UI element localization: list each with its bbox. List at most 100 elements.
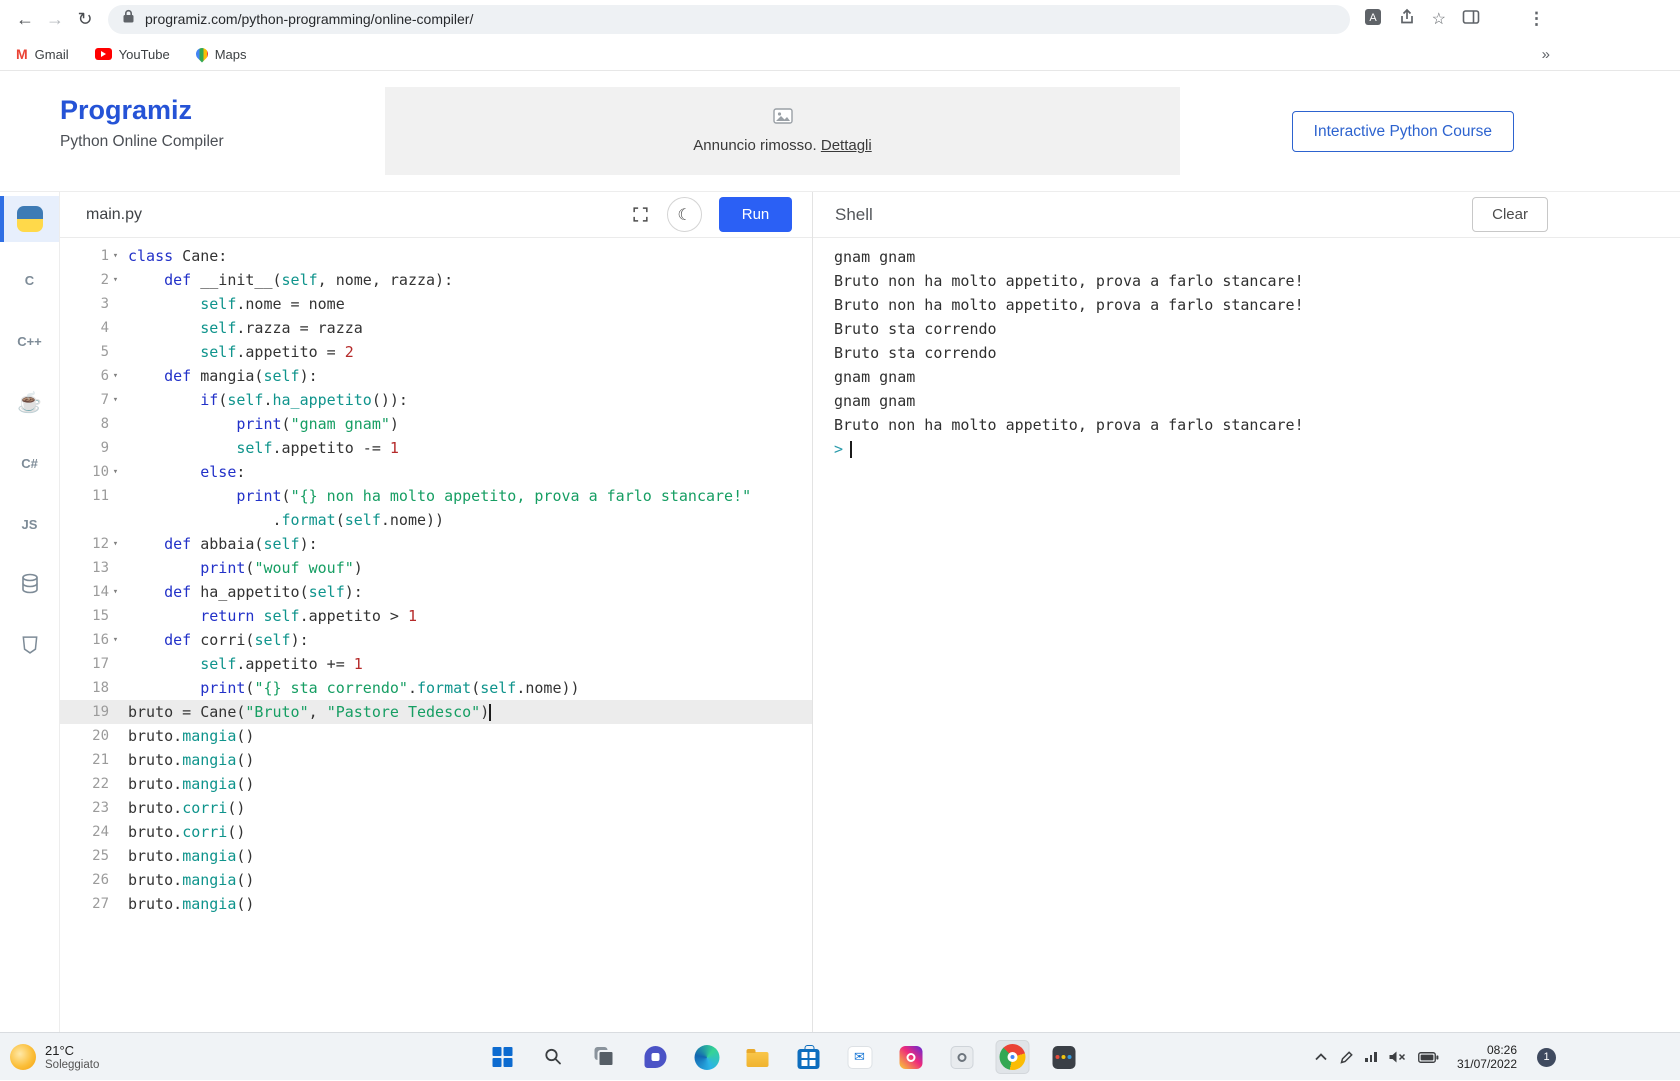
search-button[interactable] [537, 1040, 571, 1074]
bookmark-gmail[interactable]: M Gmail [16, 46, 69, 62]
code-line[interactable]: 25bruto.mangia() [60, 844, 812, 868]
html-shield-icon [20, 634, 40, 659]
code-line[interactable]: 18 print("{} sta correndo".format(self.n… [60, 676, 812, 700]
menu-icon[interactable]: ⋮ [1528, 9, 1546, 29]
forward-icon[interactable]: → [40, 4, 70, 34]
sidebar-item-python[interactable] [0, 196, 59, 242]
fold-toggle-icon[interactable]: ▾ [109, 628, 122, 652]
code-line[interactable]: 20bruto.mangia() [60, 724, 812, 748]
bookmark-maps[interactable]: Maps [196, 47, 247, 62]
fullscreen-icon[interactable] [631, 205, 650, 224]
code-line[interactable]: 27bruto.mangia() [60, 892, 812, 916]
url-text[interactable]: programiz.com/python-programming/online-… [145, 11, 473, 27]
translate-icon[interactable]: A [1364, 8, 1382, 31]
code-line[interactable]: 15 return self.appetito > 1 [60, 604, 812, 628]
sidebar-item-java[interactable]: ☕ [0, 379, 59, 425]
code-line[interactable]: 19bruto = Cane("Bruto", "Pastore Tedesco… [60, 700, 812, 724]
chevron-up-icon[interactable] [1314, 1051, 1328, 1063]
svg-text:A: A [1369, 12, 1377, 24]
taskbar-clock[interactable]: 08:26 31/07/2022 [1457, 1043, 1517, 1071]
cpp-icon: C++ [17, 334, 42, 349]
code-line[interactable]: 4 self.razza = razza [60, 316, 812, 340]
pen-icon[interactable] [1339, 1050, 1354, 1065]
sidebar-item-javascript[interactable]: JS [0, 501, 59, 547]
share-icon[interactable] [1398, 8, 1416, 31]
csharp-icon: C# [21, 456, 38, 471]
task-view-button[interactable] [588, 1040, 622, 1074]
youtube-icon [95, 48, 112, 60]
code-line[interactable]: 1▾class Cane: [60, 244, 812, 268]
line-gutter: 24 [60, 820, 122, 844]
battery-icon[interactable] [1418, 1052, 1439, 1063]
code-editor[interactable]: 1▾class Cane:2▾ def __init__(self, nome,… [60, 238, 812, 1033]
code-line[interactable]: .format(self.nome)) [60, 508, 812, 532]
chat-icon [645, 1046, 667, 1068]
code-line[interactable]: 24bruto.corri() [60, 820, 812, 844]
code-line[interactable]: 14▾ def ha_appetito(self): [60, 580, 812, 604]
code-text: def __init__(self, nome, razza): [122, 268, 453, 292]
shell-prompt-line[interactable]: > [834, 437, 1680, 461]
apps-button[interactable] [1047, 1040, 1081, 1074]
code-line[interactable]: 7▾ if(self.ha_appetito()): [60, 388, 812, 412]
sidebar-item-csharp[interactable]: C# [0, 440, 59, 486]
code-line[interactable]: 5 self.appetito = 2 [60, 340, 812, 364]
shell-output[interactable]: gnam gnamBruto non ha molto appetito, pr… [813, 238, 1680, 1033]
fold-toggle-icon[interactable]: ▾ [109, 268, 122, 292]
notification-badge[interactable]: 1 [1537, 1048, 1556, 1067]
code-line[interactable]: 2▾ def __init__(self, nome, razza): [60, 268, 812, 292]
sidebar-item-sql[interactable] [0, 562, 59, 608]
code-line[interactable]: 3 self.nome = nome [60, 292, 812, 316]
code-line[interactable]: 9 self.appetito -= 1 [60, 436, 812, 460]
code-line[interactable]: 13 print("wouf wouf") [60, 556, 812, 580]
instagram-button[interactable] [894, 1040, 928, 1074]
sidebar-item-html[interactable] [0, 623, 59, 669]
sidebar-item-c[interactable]: C [0, 257, 59, 303]
code-line[interactable]: 10▾ else: [60, 460, 812, 484]
ad-image-icon [773, 108, 793, 129]
fold-toggle-icon[interactable]: ▾ [109, 460, 122, 484]
store-button[interactable] [792, 1040, 826, 1074]
code-line[interactable]: 23bruto.corri() [60, 796, 812, 820]
clock-date: 31/07/2022 [1457, 1057, 1517, 1071]
ad-details-link[interactable]: Dettagli [821, 137, 872, 154]
url-bar[interactable]: programiz.com/python-programming/online-… [108, 5, 1350, 34]
start-button[interactable] [486, 1040, 520, 1074]
mail-button[interactable]: ✉ [843, 1040, 877, 1074]
code-line[interactable]: 12▾ def abbaia(self): [60, 532, 812, 556]
fold-toggle-icon[interactable]: ▾ [109, 580, 122, 604]
code-line[interactable]: 8 print("gnam gnam") [60, 412, 812, 436]
bookmark-youtube[interactable]: YouTube [95, 47, 170, 62]
fold-toggle-icon[interactable]: ▾ [109, 388, 122, 412]
bookmark-label: Maps [215, 47, 247, 62]
cellular-icon[interactable] [1365, 1052, 1377, 1062]
back-icon[interactable]: ← [10, 4, 40, 34]
more-bookmarks-icon[interactable]: » [1542, 46, 1550, 63]
fold-toggle-icon[interactable]: ▾ [109, 244, 122, 268]
run-button[interactable]: Run [719, 197, 792, 232]
clear-button[interactable]: Clear [1472, 197, 1548, 232]
edge-button[interactable] [690, 1040, 724, 1074]
fold-toggle-icon[interactable]: ▾ [109, 532, 122, 556]
side-panel-icon[interactable] [1462, 8, 1480, 31]
chrome-button[interactable] [996, 1040, 1030, 1074]
code-line[interactable]: 22bruto.mangia() [60, 772, 812, 796]
code-line[interactable]: 21bruto.mangia() [60, 748, 812, 772]
sidebar-item-cpp[interactable]: C++ [0, 318, 59, 364]
code-line[interactable]: 26bruto.mangia() [60, 868, 812, 892]
fold-toggle-icon[interactable]: ▾ [109, 364, 122, 388]
file-explorer-button[interactable] [741, 1040, 775, 1074]
interactive-course-button[interactable]: Interactive Python Course [1292, 111, 1514, 152]
programiz-logo[interactable]: Programiz Python Online Compiler [60, 95, 224, 151]
code-line[interactable]: 11 print("{} non ha molto appetito, prov… [60, 484, 812, 508]
camera-app-button[interactable] [945, 1040, 979, 1074]
dark-mode-icon[interactable]: ☾ [667, 197, 702, 232]
volume-muted-icon[interactable] [1388, 1050, 1407, 1064]
reload-icon[interactable]: ↻ [70, 4, 100, 34]
star-icon[interactable]: ☆ [1432, 9, 1446, 29]
code-line[interactable]: 6▾ def mangia(self): [60, 364, 812, 388]
line-gutter: 7▾ [60, 388, 122, 412]
code-line[interactable]: 16▾ def corri(self): [60, 628, 812, 652]
weather-widget[interactable]: 21°C Soleggiato [10, 1033, 99, 1081]
chat-button[interactable] [639, 1040, 673, 1074]
code-line[interactable]: 17 self.appetito += 1 [60, 652, 812, 676]
